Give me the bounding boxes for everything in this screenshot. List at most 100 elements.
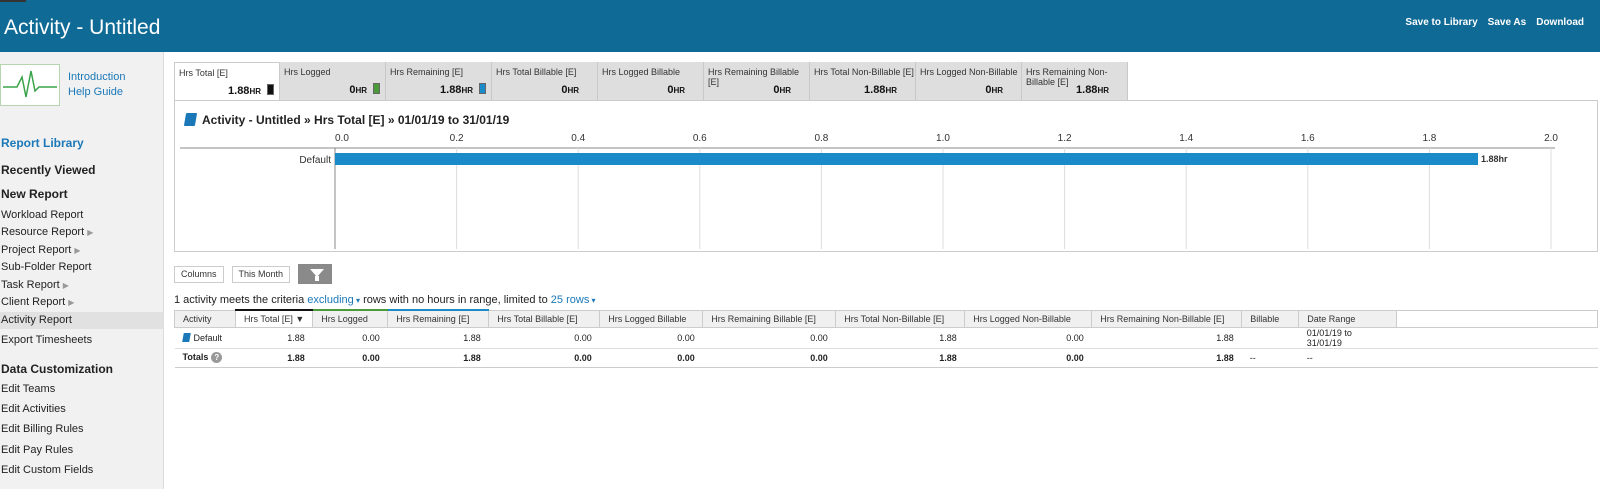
metric-tile-hrs-logged[interactable]: Hrs Logged 0HR xyxy=(280,62,386,101)
x-tick-label: 2.0 xyxy=(1544,133,1558,144)
metric-tile-hrs-remaining[interactable]: Hrs Remaining [E] 1.88HR xyxy=(386,62,492,101)
new-report-heading: New Report xyxy=(1,187,68,201)
this-month-button[interactable]: This Month xyxy=(231,266,291,283)
metric-value: 1.88HR xyxy=(228,85,261,97)
category-label: Default xyxy=(299,155,331,166)
x-tick-label: 1.8 xyxy=(1422,133,1436,144)
sidebar-item-workload-report[interactable]: Workload Report xyxy=(0,207,163,224)
metric-tile-hrs-remaining-billable[interactable]: Hrs Remaining Billable [E] 0HR xyxy=(704,62,810,101)
column-header-hrs-total[interactable]: Hrs Total [E] ▼ xyxy=(234,309,314,328)
help-icon[interactable]: ? xyxy=(211,352,223,363)
top-bar: Activity - Untitled Save to Library Save… xyxy=(0,0,1600,52)
metric-tile-hrs-total-billable[interactable]: Hrs Total Billable [E] 0HR xyxy=(492,62,598,101)
sidebar-item-edit-teams[interactable]: Edit Teams xyxy=(0,381,163,398)
sidebar-item-export-timesheets[interactable]: Export Timesheets xyxy=(0,332,163,349)
sidebar-item-resource-report[interactable]: Resource Report ▶ xyxy=(0,224,163,241)
submenu-arrow-icon: ▶ xyxy=(74,246,81,255)
column-header-hrs-total-billable[interactable]: Hrs Total Billable [E] xyxy=(488,309,601,328)
sidebar-item-activity-report[interactable]: Activity Report xyxy=(0,312,163,329)
metric-value: 1.88HR xyxy=(1076,84,1109,96)
report-controls: Columns This Month xyxy=(174,264,333,286)
data-customization-heading: Data Customization xyxy=(1,362,114,376)
column-header-hrs-total-non-billable[interactable]: Hrs Total Non-Billable [E] xyxy=(835,309,966,328)
submenu-arrow-icon: ▶ xyxy=(68,298,75,307)
sidebar-item-edit-custom-fields[interactable]: Edit Custom Fields xyxy=(0,462,163,479)
activity-icon xyxy=(181,332,191,342)
pulse-logo-icon xyxy=(0,64,60,106)
page-title: Activity - Untitled xyxy=(4,16,161,39)
metric-value: 0HR xyxy=(773,84,791,96)
row-limit-dropdown[interactable]: 25 rows ▾ xyxy=(551,294,596,306)
recently-viewed-link[interactable]: Recently Viewed xyxy=(1,163,96,177)
chart-title: Activity - Untitled » Hrs Total [E] » 01… xyxy=(183,113,509,127)
metric-tile-hrs-total-non-billable[interactable]: Hrs Total Non-Billable [E] 1.88HR xyxy=(810,62,916,101)
introduction-link[interactable]: Introduction xyxy=(68,70,125,85)
x-tick-label: 0.8 xyxy=(814,133,828,144)
metric-tiles: Hrs Total [E] 1.88HR Hrs Logged 0HR Hrs … xyxy=(174,62,1144,101)
metric-value: 0HR xyxy=(985,84,1003,96)
x-tick-label: 1.2 xyxy=(1058,133,1072,144)
x-tick-label: 1.0 xyxy=(936,133,950,144)
column-header-hrs-logged-billable[interactable]: Hrs Logged Billable xyxy=(599,309,704,328)
sidebar-item-task-report[interactable]: Task Report ▶ xyxy=(0,277,163,294)
metric-tile-hrs-total[interactable]: Hrs Total [E] 1.88HR xyxy=(174,62,280,101)
report-library-link[interactable]: Report Library xyxy=(1,136,84,150)
submenu-arrow-icon: ▶ xyxy=(62,281,69,290)
column-header-hrs-logged-non-billable[interactable]: Hrs Logged Non-Billable xyxy=(964,309,1093,328)
bar-data-label: 1.88hr xyxy=(1481,154,1508,164)
color-swatch[interactable] xyxy=(373,83,380,94)
excluding-dropdown[interactable]: excluding ▾ xyxy=(307,294,360,306)
criteria-summary: 1 activity meets the criteria excluding … xyxy=(174,294,596,306)
filter-button[interactable] xyxy=(298,264,333,284)
column-header-hrs-remaining[interactable]: Hrs Remaining [E] xyxy=(387,309,490,328)
book-icon xyxy=(183,113,198,126)
save-to-library-button[interactable]: Save to Library xyxy=(1405,17,1477,28)
download-button[interactable]: Download xyxy=(1536,17,1584,28)
metric-value: 1.88HR xyxy=(440,84,473,96)
sidebar: Introduction Help Guide Report Library R… xyxy=(0,52,164,489)
x-tick-label: 1.4 xyxy=(1179,133,1193,144)
columns-button[interactable]: Columns xyxy=(174,266,224,283)
sidebar-item-client-report[interactable]: Client Report ▶ xyxy=(0,294,163,311)
save-as-button[interactable]: Save As xyxy=(1488,17,1527,28)
top-edge xyxy=(0,0,26,2)
x-tick-label: 0.0 xyxy=(335,133,349,144)
table-header-row: Activity Hrs Total [E] ▼ Hrs Logged Hrs … xyxy=(174,309,1598,328)
sidebar-item-edit-activities[interactable]: Edit Activities xyxy=(0,401,163,418)
x-tick-label: 0.4 xyxy=(571,133,585,144)
column-header-date-range[interactable]: Date Range xyxy=(1298,309,1398,328)
x-tick-label: 1.6 xyxy=(1301,133,1315,144)
color-swatch[interactable] xyxy=(267,84,274,95)
metric-tile-hrs-remaining-non-billable[interactable]: Hrs Remaining Non-Billable [E] 1.88HR xyxy=(1022,62,1128,101)
bar-default xyxy=(335,153,1479,165)
metric-value: 0HR xyxy=(667,84,685,96)
activity-cell[interactable]: Default xyxy=(174,327,236,349)
table-row[interactable]: Default 1.88 0.00 1.88 0.00 0.00 0.00 1.… xyxy=(174,327,1598,349)
metric-value: 1.88HR xyxy=(864,84,897,96)
help-guide-link[interactable]: Help Guide xyxy=(68,85,125,100)
column-header-hrs-remaining-billable[interactable]: Hrs Remaining Billable [E] xyxy=(702,309,837,328)
metric-tile-hrs-logged-billable[interactable]: Hrs Logged Billable 0HR xyxy=(598,62,704,101)
chart-panel: 0.0 0.2 0.4 0.6 0.8 1.0 1.2 1.4 1.6 1.8 2.0 Default… xyxy=(174,100,1598,252)
report-table: Activity Hrs Total [E] ▼ Hrs Logged Hrs … xyxy=(174,309,1598,368)
metric-value: 0HR xyxy=(561,84,579,96)
color-swatch[interactable] xyxy=(479,83,486,94)
sidebar-item-sub-folder-report[interactable]: Sub-Folder Report xyxy=(0,259,163,276)
help-box: Introduction Help Guide xyxy=(0,62,164,108)
column-header-billable[interactable]: Billable xyxy=(1241,309,1300,328)
column-header-hrs-remaining-non-billable[interactable]: Hrs Remaining Non-Billable [E] xyxy=(1091,309,1243,328)
sort-desc-icon: ▼ xyxy=(295,313,305,324)
totals-label: Totals? xyxy=(174,348,236,368)
submenu-arrow-icon: ▶ xyxy=(87,228,94,237)
sidebar-item-edit-pay-rules[interactable]: Edit Pay Rules xyxy=(0,442,163,459)
x-tick-label: 0.6 xyxy=(693,133,707,144)
column-header-hrs-logged[interactable]: Hrs Logged xyxy=(312,309,389,328)
sidebar-item-project-report[interactable]: Project Report ▶ xyxy=(0,242,163,259)
x-tick-label: 0.2 xyxy=(450,133,464,144)
metric-tile-hrs-logged-non-billable[interactable]: Hrs Logged Non-Billable 0HR xyxy=(916,62,1022,101)
totals-row: Totals? 1.88 0.00 1.88 0.00 0.00 0.00 1.… xyxy=(174,348,1598,368)
sidebar-item-edit-billing-rules[interactable]: Edit Billing Rules xyxy=(0,421,163,438)
metric-value: 0HR xyxy=(349,84,367,96)
column-header-activity[interactable]: Activity xyxy=(174,309,236,328)
header-actions: Save to Library Save As Download xyxy=(1405,17,1584,28)
